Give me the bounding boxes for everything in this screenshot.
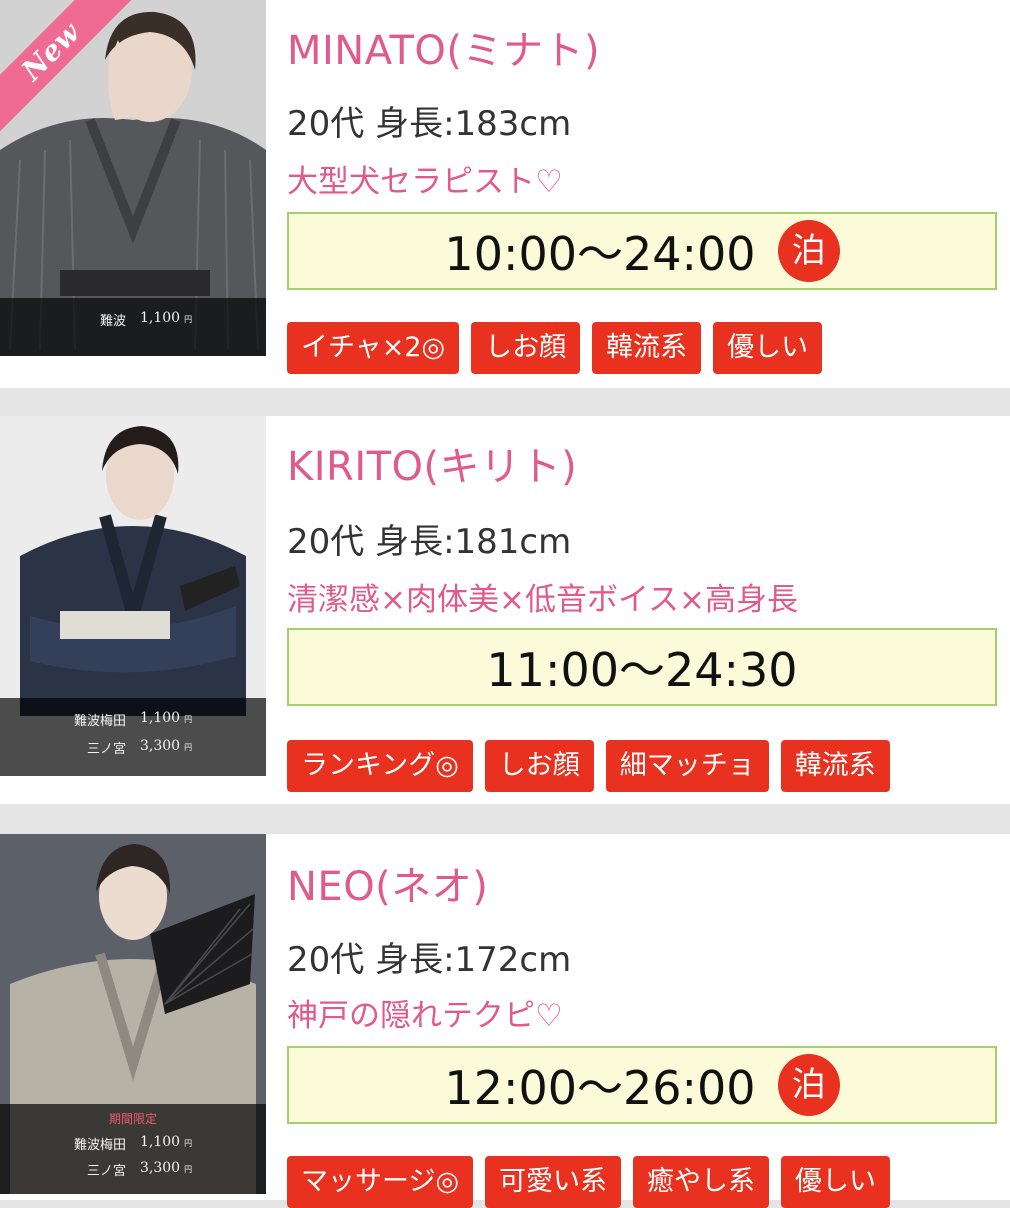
working-hours-box: 12:00〜26:00 泊 <box>287 1046 997 1124</box>
tag: ランキング◎ <box>287 740 473 792</box>
price-row: 三ノ宮 3,300 円 <box>0 738 266 758</box>
price-amount: 1,100 円 <box>140 710 193 726</box>
tag: 癒やし系 <box>633 1156 770 1208</box>
therapist-photo[interactable]: 期間限定 難波梅田 1,100 円 三ノ宮 3,300 円 <box>0 834 266 1194</box>
therapist-photo[interactable]: New 難波 1,100 円 <box>0 0 266 356</box>
price-amount: 1,100 円 <box>140 310 193 326</box>
price-amount: 3,300 円 <box>140 738 193 754</box>
tag: イチャ×2◎ <box>287 322 460 374</box>
therapist-name[interactable]: KIRITO(キリト) <box>287 434 577 492</box>
price-amount: 3,300 円 <box>140 1160 193 1176</box>
price-row: 難波梅田 1,100 円 <box>0 710 266 730</box>
therapist-card[interactable]: 期間限定 難波梅田 1,100 円 三ノ宮 3,300 円 NEO(ネオ) 20代 … <box>0 834 1010 1208</box>
therapist-spec: 20代 身長:172cm <box>287 940 572 980</box>
price-panel: 難波梅田 1,100 円 三ノ宮 3,300 円 <box>0 698 266 776</box>
tag: マッサージ◎ <box>287 1156 474 1208</box>
price-row: 三ノ宮 3,300 円 <box>0 1160 266 1180</box>
tag: 優しい <box>713 322 823 374</box>
price-area: 三ノ宮 <box>86 1164 126 1179</box>
tag: 細マッチョ <box>605 740 769 792</box>
working-hours-box: 11:00〜24:30 <box>287 628 997 706</box>
tag-list: ランキング◎ しお顔 細マッチョ 韓流系 <box>287 740 890 792</box>
therapist-card[interactable]: New 難波 1,100 円 MINATO(ミナト) 20代 身長:183cm 大… <box>0 0 1010 388</box>
new-ribbon: New <box>0 0 140 140</box>
price-area: 難波梅田 <box>73 714 126 729</box>
price-row: 難波 1,100 円 <box>0 310 266 330</box>
price-area: 三ノ宮 <box>86 742 126 757</box>
tag: 韓流系 <box>780 740 890 792</box>
therapist-name[interactable]: NEO(ネオ) <box>287 854 488 912</box>
tag: 優しい <box>781 1156 891 1208</box>
working-hours-box: 10:00〜24:00 泊 <box>287 212 997 290</box>
price-row: 難波梅田 1,100 円 <box>0 1134 266 1154</box>
limited-time-label: 期間限定 <box>108 1112 157 1126</box>
overnight-badge: 泊 <box>777 220 840 282</box>
price-area: 難波 <box>99 314 126 329</box>
working-hours: 10:00〜24:00 <box>444 227 756 281</box>
price-amount: 1,100 円 <box>140 1134 193 1150</box>
overnight-badge: 泊 <box>777 1054 840 1116</box>
tag-list: マッサージ◎ 可愛い系 癒やし系 優しい <box>287 1156 891 1208</box>
working-hours: 12:00〜26:00 <box>444 1061 756 1115</box>
tag: 韓流系 <box>592 322 702 374</box>
therapist-spec: 20代 身長:183cm <box>287 104 572 144</box>
price-panel: 難波 1,100 円 <box>0 298 266 356</box>
therapist-catchphrase: 神戸の隠れテクピ♡ <box>287 998 563 1034</box>
therapist-card[interactable]: 難波梅田 1,100 円 三ノ宮 3,300 円 KIRITO(キリト) 20代 身… <box>0 416 1010 804</box>
therapist-catchphrase: 大型犬セラピスト♡ <box>287 164 563 200</box>
tag: しお顔 <box>484 740 594 792</box>
tag: 可愛い系 <box>485 1156 622 1208</box>
therapist-photo[interactable]: 難波梅田 1,100 円 三ノ宮 3,300 円 <box>0 416 266 776</box>
price-area: 難波梅田 <box>73 1138 126 1153</box>
therapist-name[interactable]: MINATO(ミナト) <box>287 18 600 76</box>
tag: しお顔 <box>471 322 581 374</box>
price-panel: 期間限定 難波梅田 1,100 円 三ノ宮 3,300 円 <box>0 1104 266 1194</box>
tag-list: イチャ×2◎ しお顔 韓流系 優しい <box>287 322 823 374</box>
therapist-catchphrase: 清潔感×肉体美×低音ボイス×高身長 <box>287 582 798 618</box>
working-hours: 11:00〜24:30 <box>486 643 798 697</box>
therapist-spec: 20代 身長:181cm <box>287 522 572 562</box>
